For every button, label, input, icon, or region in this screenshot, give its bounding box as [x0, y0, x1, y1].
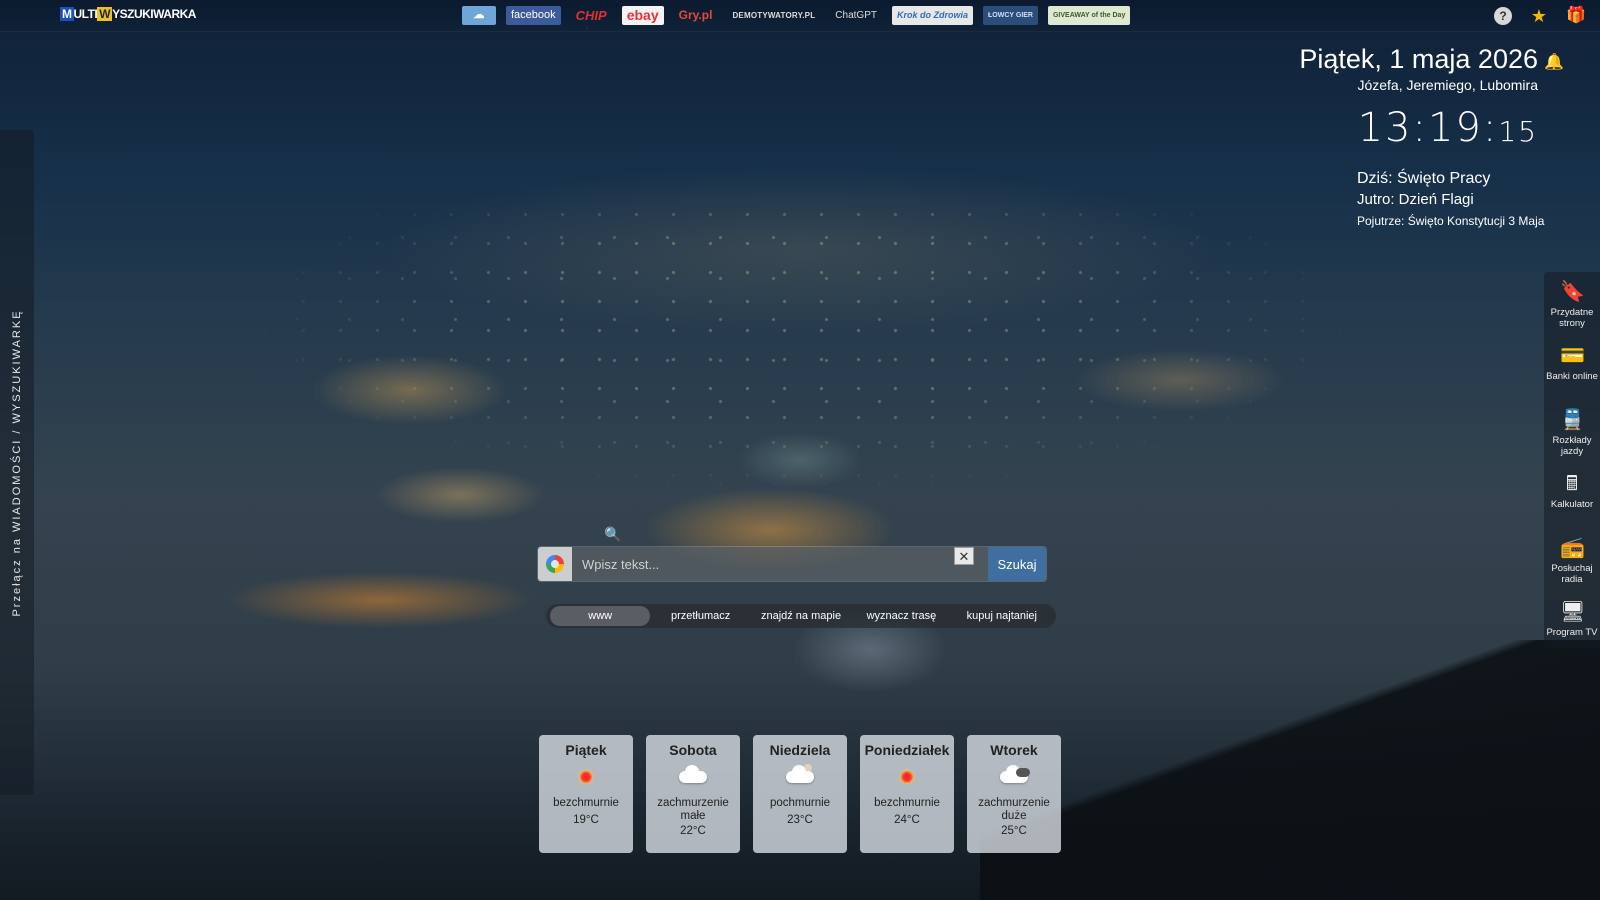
clock: 13:19:15 [1299, 105, 1538, 151]
tab-translate[interactable]: przetłumacz [650, 606, 750, 626]
weather-card[interactable]: Sobota zachmurzenie małe 22°C [646, 735, 740, 853]
shortcut-facebook[interactable]: facebook [506, 6, 561, 25]
sun-icon [860, 762, 954, 792]
weather-day: Piątek [565, 742, 607, 758]
sidebar-item-label: Rozkłady jazdy [1552, 435, 1592, 457]
weather-temp: 24°C [894, 814, 920, 826]
sidebar-item-useful-pages[interactable]: 🔖 Przydatne strony [1544, 272, 1600, 336]
sidebar-item-banks[interactable]: 💳 Banki online [1544, 336, 1600, 400]
calculator-icon: 🖩 [1566, 473, 1578, 495]
train-icon: 🚆 [1560, 409, 1585, 431]
top-icons: ? ★ 🎁 [1494, 7, 1586, 25]
sidebar-item-label: Banki online [1546, 371, 1598, 382]
clock-time: 13:19: [1357, 105, 1499, 151]
weather-card[interactable]: Wtorek zachmurzenie duże 25°C [967, 735, 1061, 853]
sidebar-item-radio[interactable]: 📻 Posłuchaj radia [1544, 528, 1600, 592]
namedays: Józefa, Jeremiego, Lubomira [1357, 77, 1538, 93]
shortcut-cloud-icon[interactable]: ☁ [462, 6, 496, 25]
tab-route[interactable]: wyznacz trasę [851, 606, 951, 626]
cloud-icon [646, 762, 740, 792]
weather-temp: 22°C [680, 825, 706, 837]
weather-temp: 23°C [787, 814, 813, 826]
tv-icon: 🖥 [1560, 601, 1586, 623]
weather-card[interactable]: Niedziela pochmurnie 23°C [753, 735, 847, 853]
right-sidebar: 🔖 Przydatne strony 💳 Banki online 🚆 Rozk… [1544, 272, 1600, 648]
cloud-sun-icon [753, 762, 847, 792]
datetime-panel: Piątek, 1 maja 2026 🔔 Józefa, Jeremiego,… [1299, 44, 1564, 151]
bookmark-icon: 🔖 [1560, 281, 1585, 303]
sidebar-item-calculator[interactable]: 🖩 Kalkulator [1544, 464, 1600, 528]
weather-temp: 19°C [573, 814, 599, 826]
shortcut-demotywatory[interactable]: DEMOTYWATORY.PL [727, 6, 820, 25]
star-icon[interactable]: ★ [1530, 7, 1548, 25]
weather-day: Wtorek [990, 742, 1038, 758]
holiday-day-after: Pojutrze: Święto Konstytucji 3 Maja [1357, 214, 1545, 228]
sidebar-item-label: Kalkulator [1550, 499, 1594, 510]
weather-card[interactable]: Poniedziałek bezchmurnie 24°C [860, 735, 954, 853]
weather-temp: 25°C [1001, 825, 1027, 837]
weather-desc: pochmurnie [769, 797, 831, 809]
google-icon[interactable] [538, 547, 572, 581]
search-box: ✕ Szukaj [538, 547, 1046, 581]
radio-icon: 📻 [1560, 537, 1585, 559]
weather-desc: zachmurzenie duże [978, 797, 1050, 822]
background-hill [980, 640, 1600, 900]
view-toggle-label: Przełącz na WIADOMOŚCI / WYSZUKIWARKĘ [11, 308, 23, 617]
search-input[interactable] [572, 547, 988, 581]
weather-desc: bezchmurnie [553, 797, 619, 809]
sidebar-item-tv[interactable]: 🖥 Program TV [1544, 592, 1600, 656]
tab-map[interactable]: znajdź na mapie [751, 606, 851, 626]
sidebar-item-label: Posłuchaj radia [1551, 563, 1593, 585]
cloud-dark-icon [967, 762, 1061, 792]
shortcut-gry[interactable]: Gry.pl [674, 6, 718, 25]
holiday-tomorrow: Jutro: Dzień Flagi [1357, 191, 1474, 208]
weather-day: Niedziela [769, 742, 831, 758]
shortcut-chatgpt[interactable]: ChatGPT [830, 6, 882, 25]
bell-icon[interactable]: 🔔 [1544, 52, 1564, 72]
weather-desc: zachmurzenie małe [657, 797, 729, 822]
current-date: Piątek, 1 maja 2026 [1299, 44, 1538, 74]
holidays-panel: Dziś: Święto Pracy Jutro: Dzień Flagi Po… [1357, 170, 1544, 228]
sidebar-item-label: Przydatne strony [1550, 307, 1594, 329]
shortcut-krok-do-zdrowia[interactable]: Krok do Zdrowia [891, 6, 973, 25]
shortcut-chip[interactable]: CHIP [571, 6, 612, 25]
shortcut-bar: ☁ facebook CHIP ebay Gry.pl DEMOTYWATORY… [462, 6, 1131, 25]
weather-forecast: Piątek bezchmurnie 19°C Sobota zachmurze… [539, 735, 1061, 853]
weather-desc: bezchmurnie [874, 797, 940, 809]
shortcut-ebay[interactable]: ebay [621, 6, 664, 25]
help-icon[interactable]: ? [1494, 7, 1512, 25]
gift-icon[interactable]: 🎁 [1566, 7, 1586, 25]
tab-shopping[interactable]: kupuj najtaniej [952, 606, 1052, 626]
tab-www[interactable]: www [550, 606, 651, 626]
sun-icon [539, 762, 633, 792]
view-toggle-panel[interactable]: Przełącz na WIADOMOŚCI / WYSZUKIWARKĘ [0, 130, 34, 795]
weather-day: Sobota [669, 742, 717, 758]
search-button[interactable]: Szukaj [988, 547, 1046, 581]
clear-icon[interactable]: ✕ [954, 547, 974, 565]
shortcut-lowcy-gier[interactable]: ŁOWCY GIER [983, 6, 1038, 25]
shortcut-giveaway[interactable]: GIVEAWAY of the Day [1047, 6, 1131, 25]
holiday-today: Dziś: Święto Pracy [1357, 170, 1491, 187]
card-icon: 💳 [1560, 345, 1585, 367]
clock-seconds: 15 [1498, 115, 1538, 148]
magnifier-icon: 🔍 [604, 526, 622, 542]
weather-day: Poniedziałek [864, 742, 950, 758]
site-logo[interactable]: M ULTI W YSZUKIWARKA [60, 7, 196, 21]
search-mode-tabs: www przetłumacz znajdź na mapie wyznacz … [546, 604, 1056, 628]
top-bar: M ULTI W YSZUKIWARKA ☁ facebook CHIP ebay G… [0, 0, 1600, 32]
weather-card[interactable]: Piątek bezchmurnie 19°C [539, 735, 633, 853]
sidebar-item-timetables[interactable]: 🚆 Rozkłady jazdy [1544, 400, 1600, 464]
sidebar-item-label: Program TV [1546, 627, 1598, 638]
